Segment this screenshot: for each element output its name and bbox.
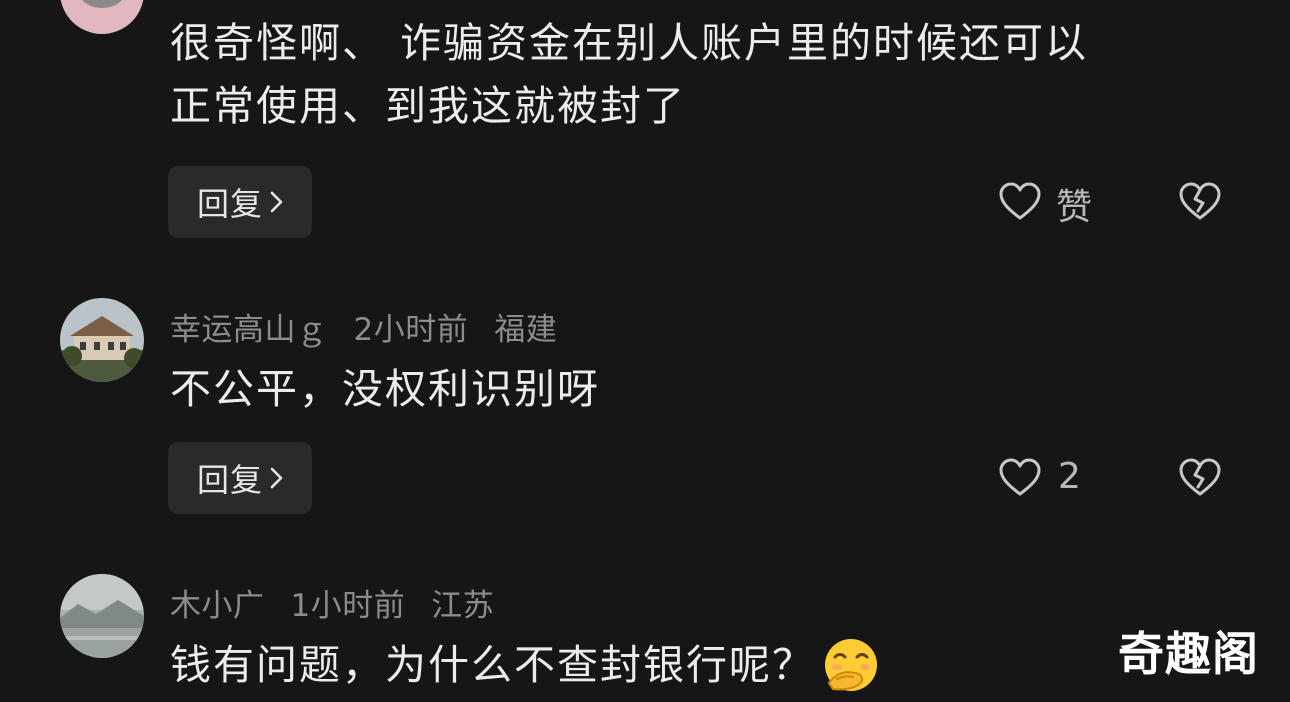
comment-meta: 木小广 1小时前 江苏 — [170, 580, 520, 625]
comment-text-line: 很奇怪啊、 诈骗资金在别人账户里的时候还可以 — [170, 19, 1089, 67]
comment-text: 不公平，没权利识别呀 — [170, 358, 600, 421]
smiling-face-with-hand-over-mouth-emoji — [825, 639, 877, 691]
chevron-right-icon — [270, 191, 283, 213]
avatar[interactable] — [60, 0, 144, 34]
reply-button-label: 回复 — [196, 461, 263, 499]
chevron-right-icon — [270, 467, 283, 489]
username[interactable]: 木小广 — [170, 588, 265, 624]
avatar[interactable] — [60, 298, 144, 382]
comment-text-line: 不公平，没权利识别呀 — [170, 365, 600, 413]
reply-button-label: 回复 — [196, 185, 263, 223]
watermark: 奇趣阁 — [1118, 627, 1259, 681]
comment-time: 2小时前 — [353, 312, 469, 348]
like-count: 2 — [1058, 456, 1081, 497]
avatar[interactable] — [60, 574, 144, 658]
heart-outline-icon[interactable] — [998, 456, 1042, 500]
reply-button[interactable]: 回复 — [168, 166, 312, 238]
like-count: 赞 — [1056, 187, 1093, 228]
username[interactable]: 幸运高山ｇ — [170, 312, 328, 348]
comment-meta: 幸运高山ｇ 2小时前 福建 — [170, 304, 583, 349]
comment-text-line: 正常使用、到我这就被封了 — [170, 82, 686, 130]
comment-text: 很奇怪啊、 诈骗资金在别人账户里的时候还可以 正常使用、到我这就被封了 — [170, 12, 1088, 138]
reply-button[interactable]: 回复 — [168, 442, 312, 514]
broken-heart-icon[interactable] — [1178, 180, 1222, 224]
comment-text: 钱有问题，为什么不查封银行呢？ — [170, 634, 881, 697]
comment-time: 1小时前 — [290, 588, 406, 624]
comment-screen: 很奇怪啊、 诈骗资金在别人账户里的时候还可以 正常使用、到我这就被封了 回复 赞 — [0, 0, 1290, 702]
comment-location: 福建 — [494, 312, 558, 348]
comment-location: 江苏 — [431, 588, 495, 624]
broken-heart-icon[interactable] — [1178, 456, 1222, 500]
heart-outline-icon[interactable] — [998, 180, 1042, 224]
comment-text-line: 钱有问题，为什么不查封银行呢？ — [170, 641, 815, 689]
